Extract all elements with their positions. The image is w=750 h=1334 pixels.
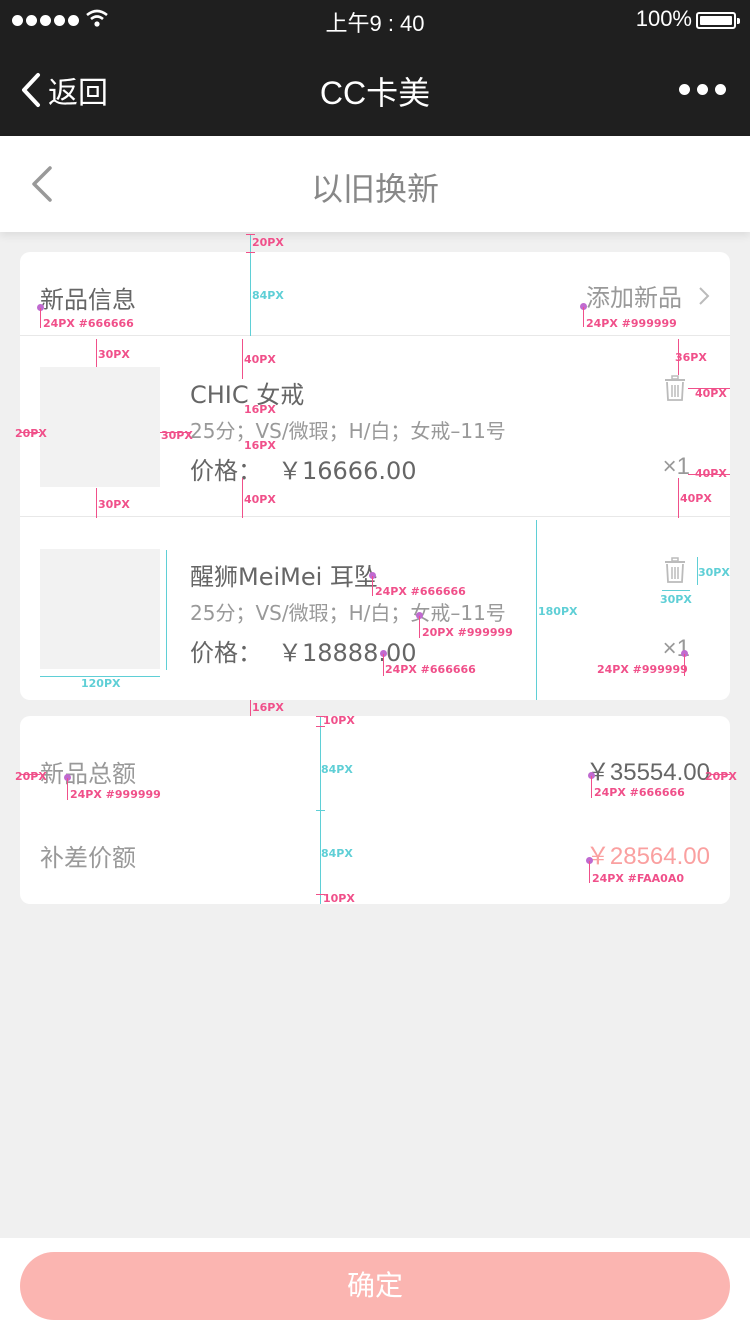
product-quantity: ×1 bbox=[662, 635, 690, 662]
annotation-line bbox=[166, 550, 167, 670]
annotation-line bbox=[96, 488, 97, 518]
annotation-line bbox=[96, 339, 97, 367]
section-title: 新品信息 bbox=[40, 286, 136, 314]
annotation-line bbox=[242, 339, 243, 379]
annotation-tick bbox=[246, 234, 255, 235]
product-thumbnail bbox=[40, 367, 160, 487]
list-item[interactable]: CHIC 女戒 25分；VS/微瑕；H/白；女戒–11号 价格： ￥16666.… bbox=[20, 337, 730, 517]
annotation-label: 30PX bbox=[660, 593, 692, 606]
annotation-line bbox=[250, 700, 251, 716]
annotation-line bbox=[383, 654, 384, 676]
annotation-label: 24PX #999999 bbox=[586, 317, 677, 330]
annotation-label: 20PX bbox=[705, 770, 737, 783]
annotation-label: 84PX bbox=[252, 289, 284, 302]
chevron-right-icon bbox=[699, 286, 710, 305]
annotation-label: 30PX bbox=[698, 566, 730, 579]
product-name: 醒狮MeiMei 耳坠 bbox=[190, 563, 378, 591]
price-value: ￥16666.00 bbox=[278, 457, 417, 485]
annotation-line bbox=[678, 478, 679, 518]
product-spec: 25分；VS/微瑕；H/白；女戒–11号 bbox=[190, 419, 506, 443]
annotation-label: 10PX bbox=[323, 892, 355, 905]
product-quantity: ×1 bbox=[662, 453, 690, 480]
page-title: 以旧换新 bbox=[310, 170, 439, 208]
price-label: 价格： bbox=[190, 457, 262, 485]
price-label: 价格： bbox=[190, 639, 262, 667]
add-new-item-button[interactable]: 添加新品 bbox=[586, 278, 710, 313]
annotation-line bbox=[589, 861, 590, 883]
annotation-label: 16PX bbox=[244, 403, 276, 416]
annotation-label: 180PX bbox=[538, 605, 578, 618]
annotation-label: 20PX bbox=[252, 236, 284, 249]
annotation-line bbox=[419, 616, 420, 638]
annotation-label: 20PX bbox=[15, 427, 47, 440]
annotation-label: 36PX bbox=[675, 351, 707, 364]
annotation-label: 30PX bbox=[161, 429, 193, 442]
annotation-line bbox=[67, 778, 68, 800]
annotation-label: 24PX #999999 bbox=[597, 663, 688, 676]
battery-icon bbox=[696, 12, 740, 29]
product-price-row: 价格： ￥16666.00 bbox=[190, 451, 417, 486]
annotation-label: 40PX bbox=[695, 387, 727, 400]
annotation-label: 20PX #999999 bbox=[422, 626, 513, 639]
annotation-line bbox=[583, 307, 584, 327]
annotation-label: 40PX bbox=[244, 353, 276, 366]
annotation-line bbox=[250, 234, 251, 336]
annotation-label: 24PX #666666 bbox=[43, 317, 134, 330]
wechat-nav-bar: 返回 CC卡美 bbox=[0, 40, 750, 136]
total-label: 新品总额 bbox=[40, 760, 136, 788]
annotation-label: 24PX #FAA0A0 bbox=[592, 872, 684, 885]
annotation-label: 24PX #666666 bbox=[594, 786, 685, 799]
annotation-line bbox=[242, 478, 243, 518]
page-header: 以旧换新 bbox=[0, 136, 750, 232]
bottom-bar: 确定 bbox=[0, 1238, 750, 1334]
annotation-line bbox=[591, 776, 592, 798]
total-value: ￥35554.00 bbox=[585, 759, 710, 786]
more-menu-button[interactable] bbox=[679, 84, 726, 95]
annotation-label: 30PX bbox=[98, 498, 130, 511]
annotation-label: 20PX bbox=[15, 770, 47, 783]
battery-percent: 100% bbox=[635, 6, 692, 31]
trash-icon[interactable] bbox=[664, 557, 686, 583]
annotation-line bbox=[662, 590, 690, 591]
annotation-line bbox=[372, 576, 373, 596]
annotation-label: 10PX bbox=[323, 714, 355, 727]
annotation-label: 40PX bbox=[244, 493, 276, 506]
diff-value: ￥28564.00 bbox=[585, 843, 710, 870]
add-new-label: 添加新品 bbox=[586, 284, 682, 312]
annotation-label: 16PX bbox=[252, 701, 284, 714]
annotation-label: 24PX #999999 bbox=[70, 788, 161, 801]
annotation-label: 24PX #666666 bbox=[385, 663, 476, 676]
diff-label: 补差价额 bbox=[40, 844, 136, 872]
trash-icon[interactable] bbox=[664, 375, 686, 401]
annotation-label: 120PX bbox=[81, 677, 121, 690]
product-spec: 25分；VS/微瑕；H/白；女戒–11号 bbox=[190, 601, 506, 625]
annotation-label: 24PX #666666 bbox=[375, 585, 466, 598]
annotation-label: 84PX bbox=[321, 847, 353, 860]
confirm-button[interactable]: 确定 bbox=[20, 1252, 730, 1320]
annotation-label: 30PX bbox=[98, 348, 130, 361]
annotation-label: 16PX bbox=[244, 439, 276, 452]
annotation-tick bbox=[246, 252, 255, 253]
annotation-label: 40PX bbox=[695, 467, 727, 480]
status-bar: 上午9 : 40 100% bbox=[0, 0, 750, 40]
wechat-title: CC卡美 bbox=[319, 75, 431, 111]
annotation-line bbox=[40, 308, 41, 328]
annotation-label: 84PX bbox=[321, 763, 353, 776]
product-thumbnail bbox=[40, 549, 160, 669]
annotation-line bbox=[536, 520, 537, 700]
annotation-tick bbox=[316, 810, 325, 811]
annotation-label: 40PX bbox=[680, 492, 712, 505]
